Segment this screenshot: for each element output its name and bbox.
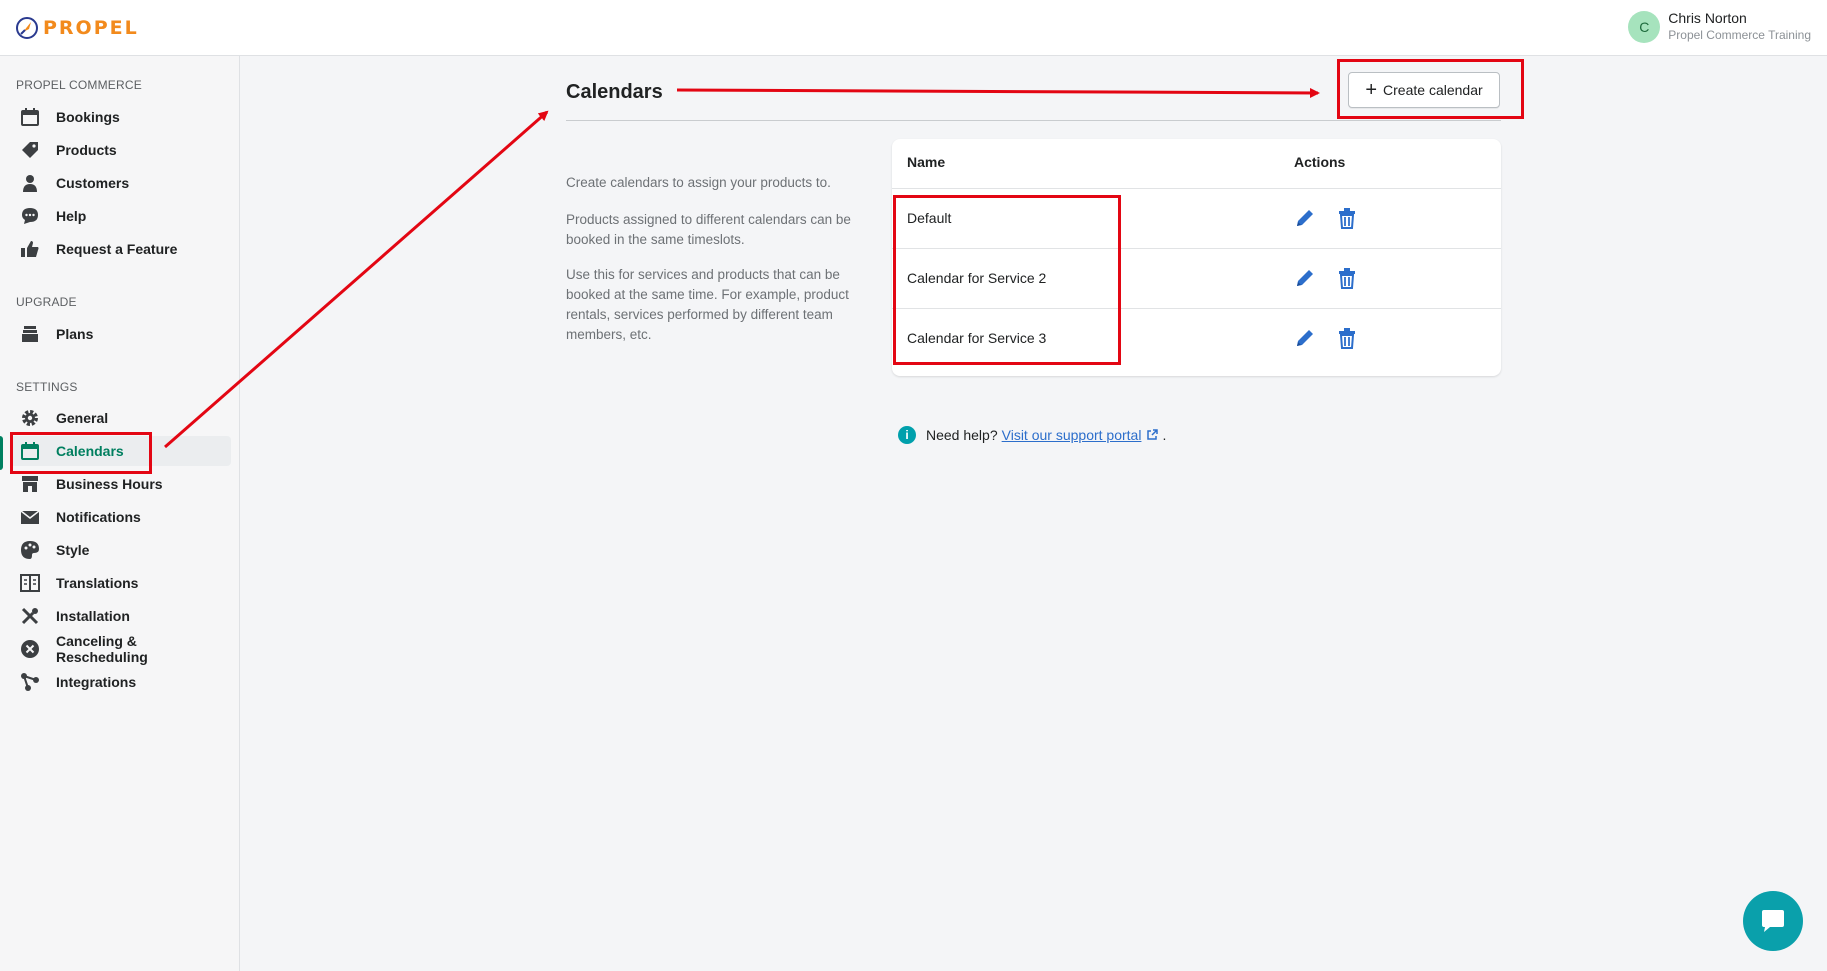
description-line-3: Use this for services and products that … <box>566 267 849 342</box>
trash-icon <box>1339 268 1355 289</box>
sidebar-item-installation[interactable]: Installation <box>10 601 231 631</box>
sidebar-item-translations[interactable]: Translations <box>10 568 231 598</box>
sidebar-item-label: Canceling & Rescheduling <box>56 633 148 665</box>
person-icon <box>20 173 40 193</box>
sidebar-item-label: Products <box>56 142 117 158</box>
help-prefix: Need help? <box>926 427 998 443</box>
sidebar-item-label: Help <box>56 208 87 224</box>
delete-button[interactable] <box>1334 205 1360 231</box>
user-name: Chris Norton <box>1668 10 1747 26</box>
avatar: C <box>1628 10 1661 43</box>
propel-logo[interactable]: PROPEL <box>15 15 139 41</box>
envelope-icon <box>20 507 40 527</box>
sidebar-item-label: Integrations <box>56 674 137 690</box>
sidebar-item-notifications[interactable]: Notifications <box>10 502 231 532</box>
sidebar-item-customers[interactable]: Customers <box>10 168 231 198</box>
external-link-icon <box>1147 429 1159 440</box>
sidebar-item-canceling-rescheduling[interactable]: Canceling & Rescheduling <box>10 633 231 665</box>
sidebar-item-label: General <box>56 410 109 426</box>
sidebar-item-style[interactable]: Style <box>10 535 231 565</box>
chat-launcher-button[interactable] <box>1743 891 1803 951</box>
edit-button[interactable] <box>1292 265 1318 291</box>
app-root: PROPEL C Chris Norton Propel Commerce Tr… <box>0 0 1827 971</box>
sidebar-item-label: Translations <box>56 575 139 591</box>
info-icon: i <box>898 426 916 444</box>
edit-button[interactable] <box>1292 325 1318 351</box>
gear-icon <box>20 408 40 428</box>
help-suffix: . <box>1162 427 1167 443</box>
calendar-icon <box>20 107 40 127</box>
sidebar-item-label: Customers <box>56 175 130 191</box>
pencil-icon <box>1297 210 1313 226</box>
x-circle-icon <box>20 639 40 659</box>
column-header-actions: Actions <box>1294 154 1346 170</box>
sidebar-item-products[interactable]: Products <box>10 135 231 165</box>
user-org: Propel Commerce Training <box>1668 28 1811 42</box>
description-line-2: Products assigned to different calendars… <box>566 212 851 247</box>
sidebar-item-help[interactable]: Help <box>10 201 231 231</box>
top-bar: PROPEL C Chris Norton Propel Commerce Tr… <box>0 0 1827 56</box>
nodes-icon <box>20 672 40 692</box>
tools-icon <box>20 606 40 626</box>
pencil-icon <box>1297 330 1313 346</box>
pencil-icon <box>1297 270 1313 286</box>
column-header-name: Name <box>907 154 946 170</box>
sidebar-item-integrations[interactable]: Integrations <box>10 667 231 697</box>
chat-bubble-icon <box>20 206 40 226</box>
annotation-box-calendars-nav <box>10 432 152 474</box>
palette-icon <box>20 540 40 560</box>
help-line: i Need help? Visit our support portal . <box>898 426 1166 444</box>
sidebar-item-request-feature[interactable]: Request a Feature <box>10 234 231 264</box>
chat-icon <box>1762 910 1784 932</box>
description-line-1: Create calendars to assign your products… <box>566 175 831 190</box>
section-title-propel-commerce: PROPEL COMMERCE <box>16 78 142 92</box>
sidebar-item-general[interactable]: General <box>10 403 231 433</box>
annotation-arrow-to-create <box>676 87 1320 98</box>
sidebar-item-label: Request a Feature <box>56 241 178 257</box>
thumbs-up-icon <box>20 239 40 259</box>
sidebar-item-label: Installation <box>56 608 130 624</box>
support-portal-link[interactable]: Visit our support portal <box>1002 427 1142 443</box>
active-indicator <box>0 436 3 470</box>
sidebar-item-label: Style <box>56 542 90 558</box>
delete-button[interactable] <box>1334 325 1360 351</box>
sidebar-item-bookings[interactable]: Bookings <box>10 102 231 132</box>
sidebar-item-label: Business Hours <box>56 476 163 492</box>
edit-button[interactable] <box>1292 205 1318 231</box>
user-info: Chris Norton Propel Commerce Training <box>1668 10 1811 43</box>
section-title-settings: SETTINGS <box>16 380 78 394</box>
section-title-upgrade: UPGRADE <box>16 295 77 309</box>
annotation-box-create-button <box>1337 59 1524 119</box>
sidebar-item-plans[interactable]: Plans <box>10 319 231 349</box>
sidebar-item-label: Plans <box>56 326 94 342</box>
sidebar-item-label: Notifications <box>56 509 141 525</box>
page-title: Calendars <box>566 81 663 103</box>
tag-icon <box>20 140 40 160</box>
stack-icon <box>20 324 40 344</box>
brand-name: PROPEL <box>43 17 139 39</box>
trash-icon <box>1339 208 1355 229</box>
store-icon <box>20 474 40 494</box>
divider <box>566 120 1501 121</box>
trash-icon <box>1339 328 1355 349</box>
delete-button[interactable] <box>1334 265 1360 291</box>
book-icon <box>20 573 40 593</box>
annotation-box-calendar-names <box>893 195 1121 365</box>
sidebar-item-label: Bookings <box>56 109 120 125</box>
rocket-logo-icon <box>16 17 38 39</box>
user-menu[interactable]: C Chris Norton Propel Commerce Training <box>1628 10 1811 43</box>
